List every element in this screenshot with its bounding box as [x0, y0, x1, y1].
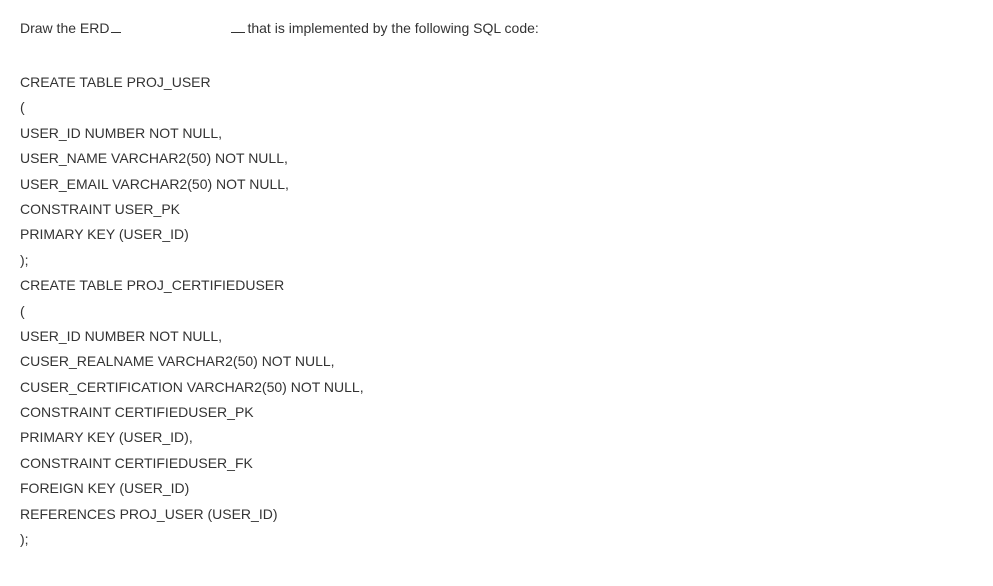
blank-field-1 — [111, 32, 121, 33]
code-line: USER_ID NUMBER NOT NULL, — [20, 325, 973, 347]
code-line: USER_EMAIL VARCHAR2(50) NOT NULL, — [20, 173, 973, 195]
blank-field-2 — [231, 32, 245, 33]
code-line: REFERENCES PROJ_USER (USER_ID) — [20, 503, 973, 525]
prompt-part1: Draw the ERD — [20, 20, 109, 36]
code-line: PRIMARY KEY (USER_ID) — [20, 223, 973, 245]
code-line: PRIMARY KEY (USER_ID), — [20, 426, 973, 448]
code-line: ( — [20, 96, 973, 118]
question-prompt: Draw the ERD that is implemented by the f… — [20, 20, 973, 36]
code-line: CONSTRAINT CERTIFIEDUSER_PK — [20, 401, 973, 423]
code-line: USER_NAME VARCHAR2(50) NOT NULL, — [20, 147, 973, 169]
code-line: USER_ID NUMBER NOT NULL, — [20, 122, 973, 144]
code-line: CUSER_CERTIFICATION VARCHAR2(50) NOT NUL… — [20, 376, 973, 398]
prompt-part2: that is implemented by the following SQL… — [247, 20, 538, 36]
code-line: FOREIGN KEY (USER_ID) — [20, 477, 973, 499]
code-line: CONSTRAINT CERTIFIEDUSER_FK — [20, 452, 973, 474]
code-line: ( — [20, 300, 973, 322]
sql-code-block: CREATE TABLE PROJ_USER ( USER_ID NUMBER … — [20, 71, 973, 550]
code-line: ); — [20, 249, 973, 271]
code-line: CONSTRAINT USER_PK — [20, 198, 973, 220]
code-line: CREATE TABLE PROJ_CERTIFIEDUSER — [20, 274, 973, 296]
code-line: ); — [20, 528, 973, 550]
code-line: CREATE TABLE PROJ_USER — [20, 71, 973, 93]
code-line: CUSER_REALNAME VARCHAR2(50) NOT NULL, — [20, 350, 973, 372]
